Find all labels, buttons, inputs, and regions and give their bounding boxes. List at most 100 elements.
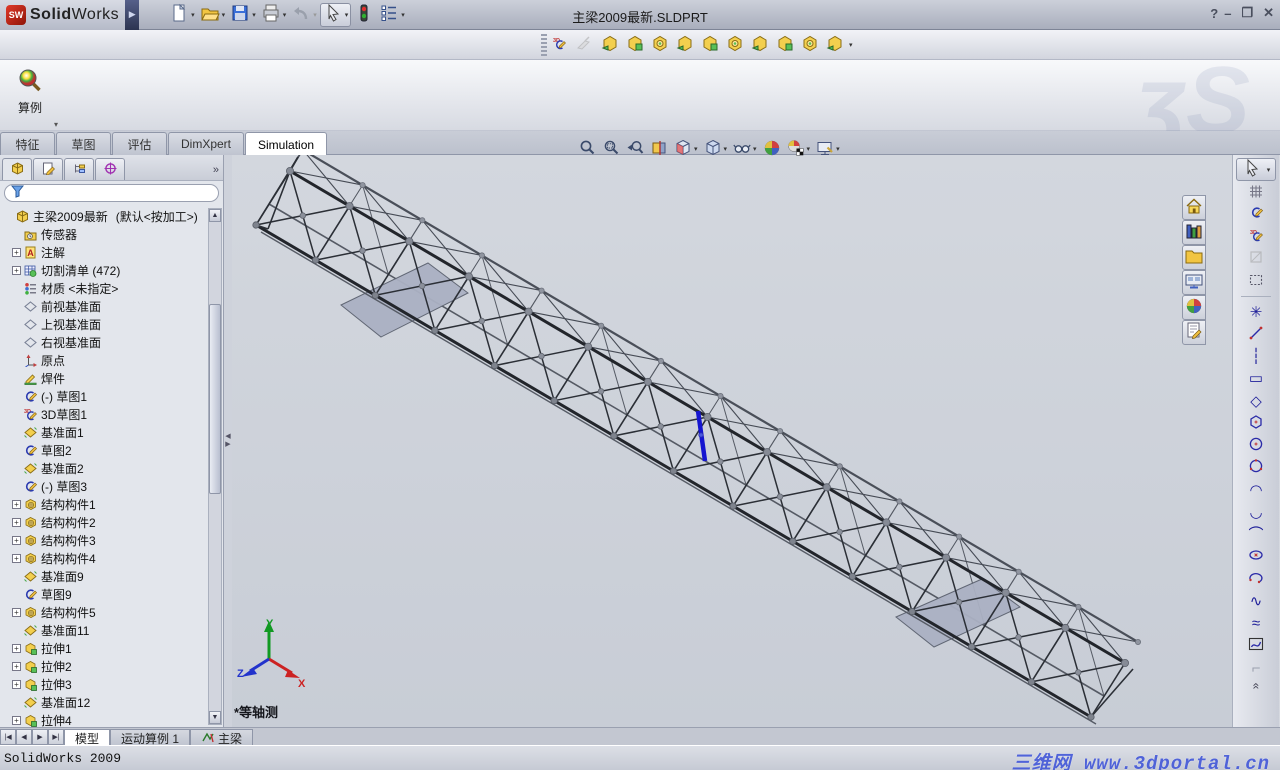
chamfer-button[interactable] (797, 32, 822, 58)
dropdown-arrow[interactable]: ▾ (313, 11, 317, 19)
tree-item[interactable]: 基准面11 (2, 621, 208, 639)
options-button[interactable]: ▾ (377, 3, 407, 27)
trim-extend-button[interactable] (622, 32, 647, 58)
centerpoint-arc-tool[interactable]: ◠ (1236, 479, 1276, 501)
tree-item[interactable]: 草图9 (2, 585, 208, 603)
section-view-button[interactable] (647, 138, 671, 161)
tree-item[interactable]: + A 注解 (2, 243, 208, 261)
minimize-button[interactable]: – (1224, 6, 1231, 21)
zoom-to-area-button[interactable] (599, 138, 623, 161)
configurationmanager-tab[interactable] (64, 158, 94, 180)
tree-root-item[interactable]: 主梁2009最新 (默认<按加工>) (2, 207, 208, 225)
featuremanager-tab[interactable] (2, 158, 32, 180)
tab-草图[interactable]: 草图 (56, 132, 111, 155)
sheet-tab-主梁[interactable]: 主梁 (190, 729, 254, 746)
dimxpertmanager-tab[interactable] (95, 158, 125, 180)
expand-box[interactable]: + (12, 517, 21, 527)
smart-dimension-tool[interactable]: ⌐ (1236, 657, 1276, 679)
scroll-down-arrow[interactable]: ▼ (209, 711, 221, 724)
tree-item[interactable]: 基准面2 (2, 459, 208, 477)
print-button[interactable]: ▾ (259, 3, 289, 27)
scrollbar-thumb[interactable] (209, 304, 221, 494)
weld-bead-button[interactable] (747, 32, 772, 58)
tree-item[interactable]: + 结构构件5 (2, 603, 208, 621)
expand-box[interactable]: + (12, 643, 21, 653)
corner-rectangle-tool[interactable]: ▭ (1236, 368, 1276, 390)
tree-item[interactable]: 基准面1 (2, 423, 208, 441)
dropdown-arrow[interactable]: ▾ (836, 145, 840, 153)
expand-box[interactable]: + (12, 607, 21, 617)
tree-item[interactable]: + 拉伸3 (2, 675, 208, 693)
open-button[interactable]: ▾ (198, 3, 228, 27)
line-tool[interactable] (1236, 323, 1276, 345)
sheet-tab-模型[interactable]: 模型 (64, 729, 111, 746)
tree-item[interactable]: 基准面12 (2, 693, 208, 711)
design-library-tab[interactable] (1182, 220, 1206, 245)
restore-button[interactable]: ❐ (1241, 5, 1253, 21)
solidworks-resources-tab[interactable] (1182, 195, 1206, 220)
propertymanager-tab[interactable] (33, 158, 63, 180)
expand-box[interactable]: + (12, 715, 21, 725)
custom-properties-tab[interactable] (1182, 320, 1206, 345)
tangent-arc-tool[interactable]: ◡ (1236, 501, 1276, 523)
expand-box[interactable]: + (12, 247, 21, 257)
new-study-button[interactable]: 算例 (6, 64, 54, 120)
dropdown-arrow[interactable]: ▾ (1267, 166, 1271, 174)
3d-sketch-tool[interactable]: 3D (1236, 225, 1276, 247)
tree-filter-input[interactable] (28, 187, 212, 199)
menu-expand-arrow[interactable]: ▶ (125, 0, 140, 30)
partial-ellipse-tool[interactable] (1236, 568, 1276, 590)
zoom-to-fit-button[interactable] (575, 138, 599, 161)
spline-2-tool[interactable]: ≈ (1236, 612, 1276, 634)
edit-appearance-button[interactable]: ▾ (813, 138, 843, 161)
truss-model[interactable] (232, 155, 1232, 727)
previous-view-button[interactable] (623, 138, 647, 161)
dropdown-arrow[interactable]: ▾ (807, 145, 811, 153)
fillet-button[interactable] (822, 32, 847, 58)
dropdown-arrow[interactable]: ▾ (694, 145, 698, 153)
expand-box[interactable]: + (12, 553, 21, 563)
undo-button[interactable]: ▾ (289, 3, 319, 27)
expand-box[interactable]: + (12, 535, 21, 545)
save-button[interactable]: ▾ (228, 3, 258, 27)
grid-tool[interactable] (1236, 181, 1276, 203)
select-tool[interactable]: ▾ (1236, 158, 1276, 181)
tree-item[interactable]: 上视基准面 (2, 315, 208, 333)
tree-item[interactable]: (-) 草图3 (2, 477, 208, 495)
tree-item[interactable]: 原点 (2, 351, 208, 369)
hole-wizard-button[interactable] (772, 32, 797, 58)
expand-box[interactable]: + (12, 661, 21, 671)
spline-on-surface-tool[interactable] (1236, 635, 1276, 657)
view-orientation-button[interactable]: ▾ (671, 138, 701, 161)
panel-splitter[interactable]: ◀ ▶ (224, 155, 232, 727)
graphics-area[interactable]: Y X Z *等轴测 (232, 155, 1232, 727)
perimeter-circle-tool[interactable] (1236, 457, 1276, 479)
dropdown-arrow[interactable]: ▾ (401, 11, 405, 19)
new-document-button[interactable]: ▾ (167, 3, 197, 27)
tree-item[interactable]: + 拉伸1 (2, 639, 208, 657)
parallelogram-tool[interactable]: ◇ (1236, 390, 1276, 412)
structural-member-button[interactable] (597, 32, 622, 58)
tree-item[interactable]: 材质 <未指定> (2, 279, 208, 297)
tree-item[interactable]: 草图2 (2, 441, 208, 459)
tree-item[interactable]: 基准面9 (2, 567, 208, 585)
tree-item[interactable]: 前视基准面 (2, 297, 208, 315)
dropdown-arrow[interactable]: ▾ (724, 145, 728, 153)
last-sheet-button[interactable]: ▶| (48, 729, 64, 745)
tab-Simulation[interactable]: Simulation (245, 132, 328, 156)
appearances-scenes-tab[interactable] (1182, 295, 1206, 320)
dropdown-arrow[interactable]: ▾ (222, 11, 226, 19)
3d-sketch-button[interactable]: 3D (547, 32, 572, 58)
tree-scrollbar[interactable]: ▲ ▼ (208, 208, 222, 725)
point-tool[interactable]: ✳ (1236, 301, 1276, 323)
close-button[interactable]: ✕ (1263, 5, 1274, 21)
extruded-boss-button[interactable] (647, 32, 672, 58)
tree-item[interactable]: + 结构构件2 (2, 513, 208, 531)
help-button[interactable]: ? (1210, 6, 1218, 21)
command-manager-collapse-arrow[interactable]: ▾ (54, 120, 58, 129)
end-cap-button[interactable] (697, 32, 722, 58)
dropdown-arrow[interactable]: ▾ (753, 145, 757, 153)
view-palette-tab[interactable] (1182, 270, 1206, 295)
gusset-button[interactable] (722, 32, 747, 58)
reference-geometry-button[interactable] (572, 32, 597, 58)
